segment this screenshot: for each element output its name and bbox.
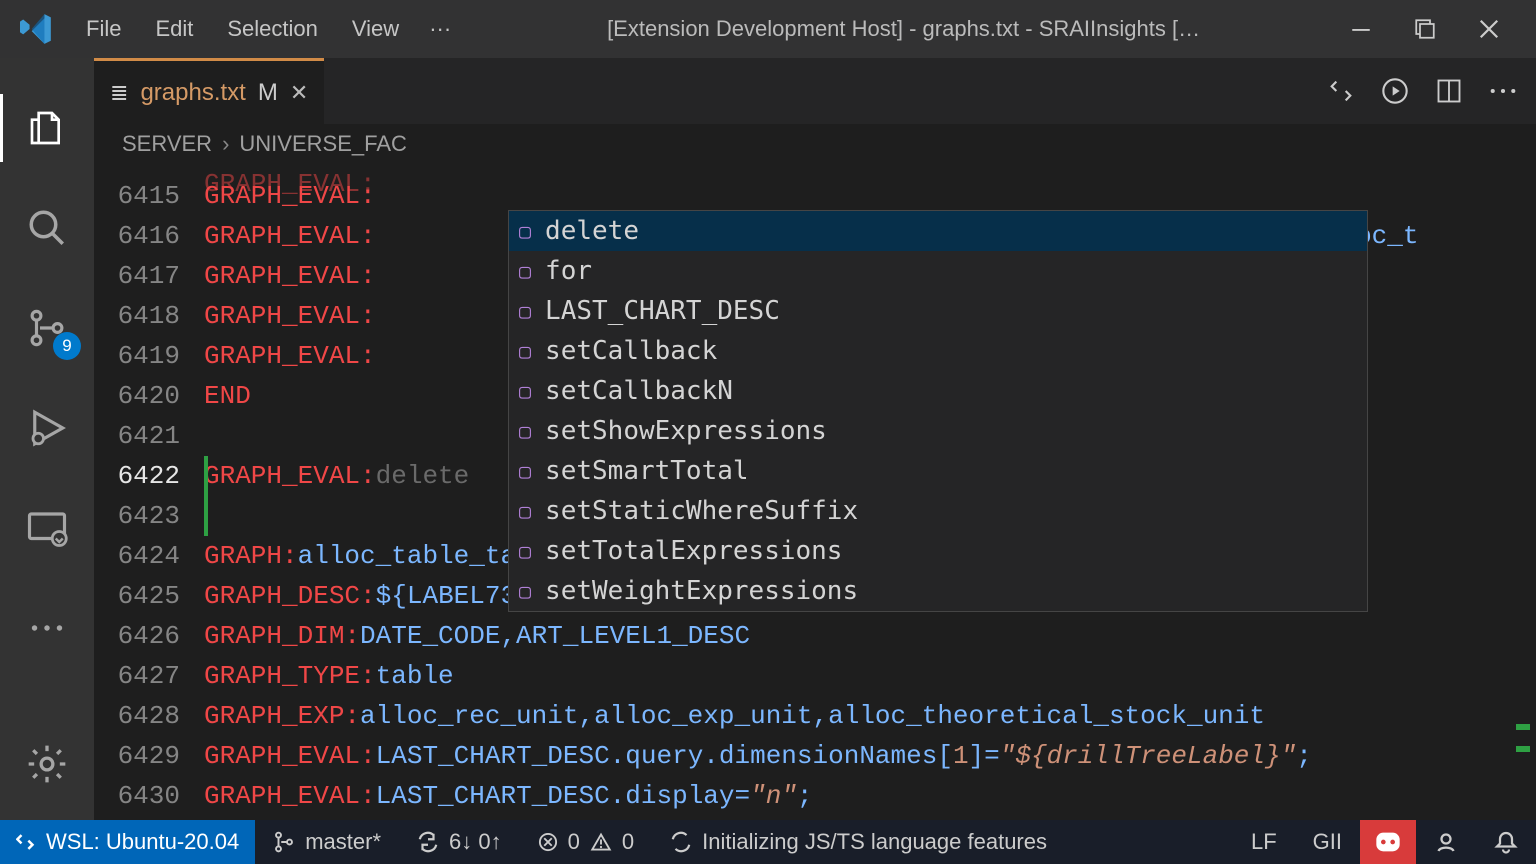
- suggest-item[interactable]: ▢for: [509, 251, 1367, 291]
- menu-overflow-icon[interactable]: ···: [419, 10, 461, 48]
- activity-bar: 9: [0, 58, 94, 820]
- breadcrumb-segment[interactable]: UNIVERSE_FAC: [239, 131, 407, 157]
- run-icon[interactable]: [1378, 74, 1412, 108]
- symbol-icon: ▢: [519, 371, 531, 411]
- chevron-right-icon: ›: [222, 131, 229, 157]
- source-control-icon[interactable]: 9: [19, 300, 75, 356]
- explorer-icon[interactable]: [19, 100, 75, 156]
- suggest-item[interactable]: ▢setShowExpressions: [509, 411, 1367, 451]
- suggest-item[interactable]: ▢setStaticWhereSuffix: [509, 491, 1367, 531]
- status-sync[interactable]: 6↓ 0↑: [399, 829, 520, 855]
- status-branch[interactable]: master*: [255, 829, 399, 855]
- status-bar: WSL: Ubuntu-20.04 master* 6↓ 0↑ 0 0 Init…: [0, 820, 1536, 864]
- symbol-icon: ▢: [519, 251, 531, 291]
- code-editor[interactable]: 6415 6416 6417 6418 6419 6420 6421 6422 …: [94, 164, 1536, 820]
- activity-overflow-icon[interactable]: [19, 600, 75, 656]
- suggest-item[interactable]: ▢setTotalExpressions: [509, 531, 1367, 571]
- close-icon[interactable]: [1474, 14, 1504, 44]
- window-controls: [1346, 14, 1526, 44]
- suggest-item[interactable]: ▢delete: [509, 211, 1367, 251]
- breadcrumb[interactable]: SERVER › UNIVERSE_FAC: [94, 124, 1536, 164]
- menu-selection[interactable]: Selection: [213, 10, 332, 48]
- suggest-widget[interactable]: ▢delete ▢for ▢LAST_CHART_DESC ▢setCallba…: [508, 210, 1368, 612]
- status-task[interactable]: Initializing JS/TS language features: [652, 829, 1065, 855]
- suggest-item[interactable]: ▢setSmartTotal: [509, 451, 1367, 491]
- status-language[interactable]: GII: [1295, 829, 1360, 855]
- breadcrumb-segment[interactable]: SERVER: [122, 131, 212, 157]
- suggest-item[interactable]: ▢setCallback: [509, 331, 1367, 371]
- run-debug-icon[interactable]: [19, 400, 75, 456]
- suggest-item[interactable]: ▢setCallbackN: [509, 371, 1367, 411]
- window-title: [Extension Development Host] - graphs.tx…: [461, 16, 1346, 42]
- tab-graphs-txt[interactable]: ≣ graphs.txt M ✕: [94, 58, 324, 124]
- status-copilot-icon[interactable]: [1360, 820, 1416, 864]
- symbol-icon: ▢: [519, 331, 531, 371]
- maximize-icon[interactable]: [1410, 14, 1440, 44]
- search-icon[interactable]: [19, 200, 75, 256]
- tab-modified-indicator: M: [258, 79, 278, 107]
- compare-changes-icon[interactable]: [1324, 74, 1358, 108]
- file-icon: ≣: [110, 80, 128, 106]
- editor-actions: [1324, 58, 1536, 124]
- symbol-icon: ▢: [519, 451, 531, 491]
- tab-close-icon[interactable]: ✕: [290, 80, 308, 106]
- symbol-icon: ▢: [519, 531, 531, 571]
- symbol-icon: ▢: [519, 211, 531, 251]
- title-bar: File Edit Selection View ··· [Extension …: [0, 0, 1536, 58]
- tab-filename: graphs.txt: [140, 79, 245, 107]
- editor-area: ≣ graphs.txt M ✕ SERVE: [94, 58, 1536, 820]
- settings-gear-icon[interactable]: [19, 736, 75, 792]
- status-problems[interactable]: 0 0: [520, 829, 653, 855]
- status-eol[interactable]: LF: [1233, 829, 1295, 855]
- menu-view[interactable]: View: [338, 10, 413, 48]
- scm-badge: 9: [53, 332, 81, 360]
- remote-indicator[interactable]: WSL: Ubuntu-20.04: [0, 820, 255, 864]
- tab-bar: ≣ graphs.txt M ✕: [94, 58, 1536, 124]
- status-feedback-icon[interactable]: [1416, 830, 1476, 854]
- menu-file[interactable]: File: [72, 10, 135, 48]
- editor-more-icon[interactable]: [1486, 74, 1520, 108]
- split-editor-icon[interactable]: [1432, 74, 1466, 108]
- vscode-logo-icon: [18, 10, 56, 48]
- suggest-item[interactable]: ▢LAST_CHART_DESC: [509, 291, 1367, 331]
- symbol-icon: ▢: [519, 411, 531, 451]
- line-gutter: 6415 6416 6417 6418 6419 6420 6421 6422 …: [94, 164, 204, 820]
- minimize-icon[interactable]: [1346, 14, 1376, 44]
- suggest-item[interactable]: ▢setWeightExpressions: [509, 571, 1367, 611]
- menu-bar: File Edit Selection View ···: [72, 10, 461, 48]
- symbol-icon: ▢: [519, 291, 531, 331]
- status-notifications-icon[interactable]: [1476, 830, 1536, 854]
- remote-explorer-icon[interactable]: [19, 500, 75, 556]
- symbol-icon: ▢: [519, 491, 531, 531]
- menu-edit[interactable]: Edit: [141, 10, 207, 48]
- overview-ruler[interactable]: [1512, 164, 1530, 820]
- symbol-icon: ▢: [519, 571, 531, 611]
